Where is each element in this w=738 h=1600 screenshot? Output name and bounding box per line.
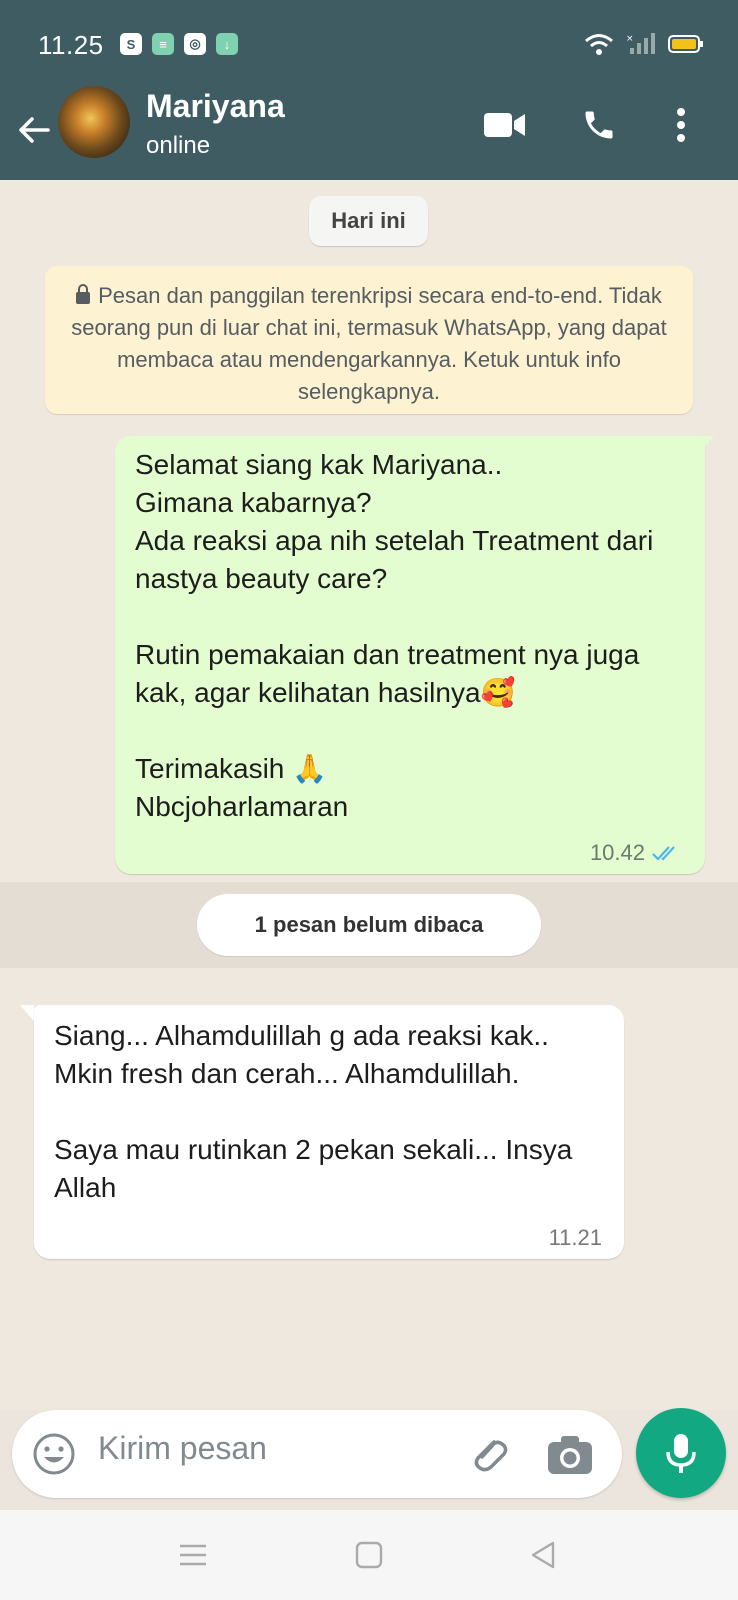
app-notification-icon: ≡ <box>152 33 174 55</box>
svg-text:×: × <box>626 34 634 44</box>
incoming-message[interactable]: Siang... Alhamdulillah g ada reaksi kak.… <box>34 1005 624 1259</box>
status-bar: 11.25 S ≡ ◎ ↓ × <box>0 0 738 92</box>
voice-message-button[interactable] <box>636 1408 726 1498</box>
home-icon[interactable] <box>352 1538 386 1572</box>
encryption-text: Pesan dan panggilan terenkripsi secara e… <box>71 283 667 404</box>
chat-area[interactable]: Hari ini Pesan dan panggilan terenkripsi… <box>0 180 738 1410</box>
attach-icon[interactable] <box>464 1430 512 1478</box>
message-text: Selamat siang kak Mariyana.. Gimana kaba… <box>135 449 654 822</box>
message-meta: 10.42 <box>590 840 683 866</box>
chrome-notification-icon: ◎ <box>184 33 206 55</box>
back-nav-icon[interactable] <box>526 1538 560 1572</box>
download-notification-icon: ↓ <box>216 33 238 55</box>
read-ticks-icon <box>652 846 675 861</box>
message-time: 10.42 <box>589 840 645 865</box>
battery-icon <box>668 35 703 53</box>
bubble-tail <box>20 1005 34 1021</box>
video-call-icon <box>484 113 525 137</box>
emoji-icon[interactable] <box>32 1432 76 1476</box>
contact-name[interactable]: Mariyana <box>146 88 285 125</box>
contact-avatar[interactable] <box>58 86 130 158</box>
camera-icon[interactable] <box>546 1432 594 1476</box>
unread-label: 1 pesan belum dibaca <box>197 894 541 956</box>
chat-header: Mariyana online <box>0 86 738 180</box>
outgoing-message[interactable]: Selamat siang kak Mariyana.. Gimana kaba… <box>115 436 705 874</box>
signal-icon: × <box>626 33 655 54</box>
back-arrow-icon[interactable] <box>14 110 54 150</box>
message-composer[interactable]: Kirim pesan <box>12 1410 622 1498</box>
lock-icon <box>76 284 91 304</box>
contact-status: online <box>146 132 211 159</box>
message-text: Siang... Alhamdulillah g ada reaksi kak.… <box>54 1020 573 1203</box>
notification-icons: S ≡ ◎ ↓ <box>120 33 238 55</box>
more-options-button[interactable] <box>658 102 704 148</box>
microphone-icon <box>666 1434 696 1473</box>
system-status-icons: × <box>584 32 704 56</box>
shop-notification-icon: S <box>120 33 142 55</box>
more-vert-icon <box>677 108 685 142</box>
date-chip: Hari ini <box>309 196 428 246</box>
message-time: 11.21 <box>548 1225 602 1250</box>
wifi-icon <box>585 34 613 55</box>
system-nav-bar <box>0 1510 738 1600</box>
phone-icon <box>585 111 613 139</box>
message-input[interactable]: Kirim pesan <box>98 1430 267 1467</box>
video-call-button[interactable] <box>482 102 528 148</box>
status-time: 11.25 <box>38 30 104 60</box>
voice-call-button[interactable] <box>576 102 622 148</box>
encryption-notice[interactable]: Pesan dan panggilan terenkripsi secara e… <box>45 266 693 414</box>
recent-apps-icon[interactable] <box>176 1538 210 1572</box>
message-meta: 11.21 <box>549 1225 602 1251</box>
